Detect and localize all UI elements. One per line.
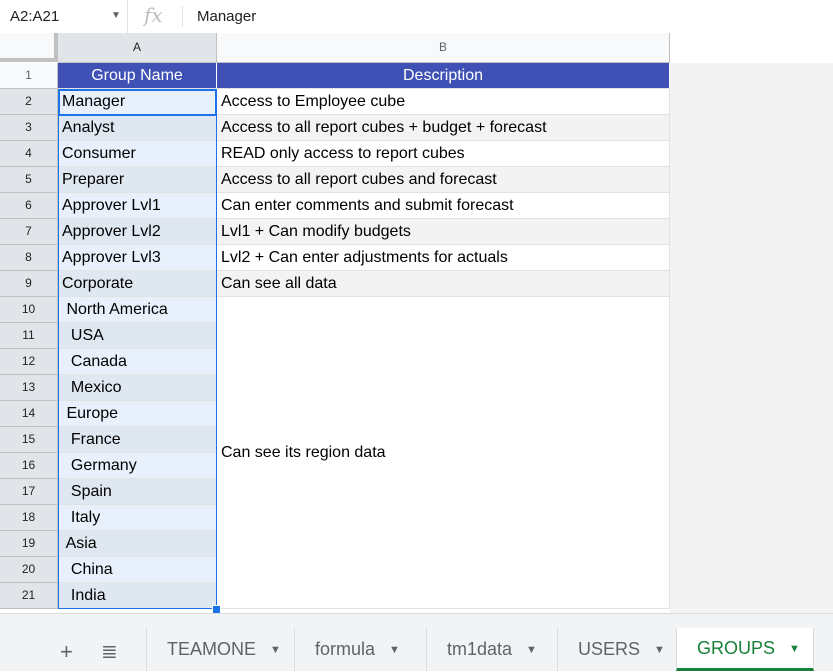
spreadsheet-grid: A B 1 Group Name Description 2 Manager Access… [0, 33, 833, 614]
row-header-14[interactable]: 14 [0, 401, 58, 427]
description-cell[interactable]: Access to all report cubes + budget + fo… [217, 115, 670, 141]
column-header-a[interactable]: A [58, 33, 217, 63]
group-name-cell[interactable]: USA [58, 323, 217, 349]
row-header-10[interactable]: 10 [0, 297, 58, 323]
tab-formula[interactable]: formula ▼ [294, 628, 426, 671]
row-header-13[interactable]: 13 [0, 375, 58, 401]
chevron-down-icon[interactable]: ▼ [111, 10, 121, 21]
select-all-corner[interactable] [0, 33, 58, 62]
row-header-1[interactable]: 1 [0, 63, 58, 89]
row-header-4[interactable]: 4 [0, 141, 58, 167]
tab-tm1data[interactable]: tm1data ▼ [426, 628, 557, 671]
group-name-cell[interactable]: Mexico [58, 375, 217, 401]
description-cell[interactable]: Access to all report cubes and forecast [217, 167, 670, 193]
header-cell-description[interactable]: Description [217, 63, 670, 89]
row-header-20[interactable]: 20 [0, 557, 58, 583]
tab-teamone[interactable]: TEAMONE ▼ [146, 628, 294, 671]
row-header-15[interactable]: 15 [0, 427, 58, 453]
group-name-cell[interactable]: Approver Lvl3 [58, 245, 217, 271]
divider [182, 6, 183, 27]
group-name-cell[interactable]: Analyst [58, 115, 217, 141]
description-cell[interactable]: Lvl2 + Can enter adjustments for actuals [217, 245, 670, 271]
all-sheets-icon[interactable]: ≣ [101, 641, 118, 663]
tab-label: tm1data [447, 639, 513, 659]
tab-label: USERS [578, 639, 641, 659]
group-name-cell[interactable]: Spain [58, 479, 217, 505]
group-name-cell[interactable]: Europe [58, 401, 217, 427]
group-name-cell[interactable]: Canada [58, 349, 217, 375]
row-header-11[interactable]: 11 [0, 323, 58, 349]
fx-icon: fx [144, 3, 163, 27]
chevron-down-icon[interactable]: ▼ [270, 644, 281, 656]
row-header-18[interactable]: 18 [0, 505, 58, 531]
row-header-12[interactable]: 12 [0, 349, 58, 375]
name-box[interactable]: A2:A21 ▼ [0, 0, 128, 33]
group-name-cell[interactable]: Germany [58, 453, 217, 479]
group-name-cell[interactable]: Consumer [58, 141, 217, 167]
row-header-6[interactable]: 6 [0, 193, 58, 219]
row-header-17[interactable]: 17 [0, 479, 58, 505]
chevron-down-icon[interactable]: ▼ [789, 643, 800, 655]
header-cell-group-name[interactable]: Group Name [58, 63, 217, 89]
tab-users[interactable]: USERS ▼ [557, 628, 676, 671]
group-name-cell[interactable]: Asia [58, 531, 217, 557]
tab-groups[interactable]: GROUPS ▼ [676, 628, 814, 671]
group-name-cell[interactable]: Approver Lvl2 [58, 219, 217, 245]
chevron-down-icon[interactable]: ▼ [526, 644, 537, 656]
merged-description-cell[interactable]: Can see its region data [217, 297, 670, 609]
row-header-19[interactable]: 19 [0, 531, 58, 557]
row-header-9[interactable]: 9 [0, 271, 58, 297]
group-name-cell[interactable]: India [58, 583, 217, 609]
group-name-cell[interactable]: China [58, 557, 217, 583]
description-cell[interactable]: Can see all data [217, 271, 670, 297]
tab-label: TEAMONE [167, 639, 257, 659]
row-header-16[interactable]: 16 [0, 453, 58, 479]
row-header-7[interactable]: 7 [0, 219, 58, 245]
group-name-cell[interactable]: Manager [58, 89, 217, 115]
group-name-cell[interactable]: Italy [58, 505, 217, 531]
chevron-down-icon[interactable]: ▼ [654, 644, 665, 656]
column-header-b[interactable]: B [217, 33, 670, 63]
add-sheet-icon[interactable]: + [60, 641, 73, 663]
formula-bar: A2:A21 ▼ fx Manager [0, 0, 833, 34]
tab-label: GROUPS [697, 638, 776, 658]
row-header-2[interactable]: 2 [0, 89, 58, 115]
chevron-down-icon[interactable]: ▼ [389, 644, 400, 656]
row-header-21[interactable]: 21 [0, 583, 58, 609]
group-name-cell[interactable]: Approver Lvl1 [58, 193, 217, 219]
merged-description-text: Can see its region data [221, 444, 386, 461]
sheet-tab-bar: + ≣ TEAMONE ▼ formula ▼ tm1data ▼ USERS ▼ GR… [0, 613, 833, 671]
group-name-cell[interactable]: France [58, 427, 217, 453]
row-header-8[interactable]: 8 [0, 245, 58, 271]
description-cell[interactable]: Can enter comments and submit forecast [217, 193, 670, 219]
description-cell[interactable]: Access to Employee cube [217, 89, 670, 115]
formula-input[interactable]: Manager [197, 8, 256, 25]
description-cell[interactable]: Lvl1 + Can modify budgets [217, 219, 670, 245]
group-name-cell[interactable]: Corporate [58, 271, 217, 297]
row-header-3[interactable]: 3 [0, 115, 58, 141]
description-cell[interactable]: READ only access to report cubes [217, 141, 670, 167]
group-name-cell[interactable]: North America [58, 297, 217, 323]
tab-label: formula [315, 639, 376, 659]
group-name-cell[interactable]: Preparer [58, 167, 217, 193]
name-box-value: A2:A21 [10, 8, 60, 25]
row-header-5[interactable]: 5 [0, 167, 58, 193]
empty-grid-area [670, 63, 833, 613]
